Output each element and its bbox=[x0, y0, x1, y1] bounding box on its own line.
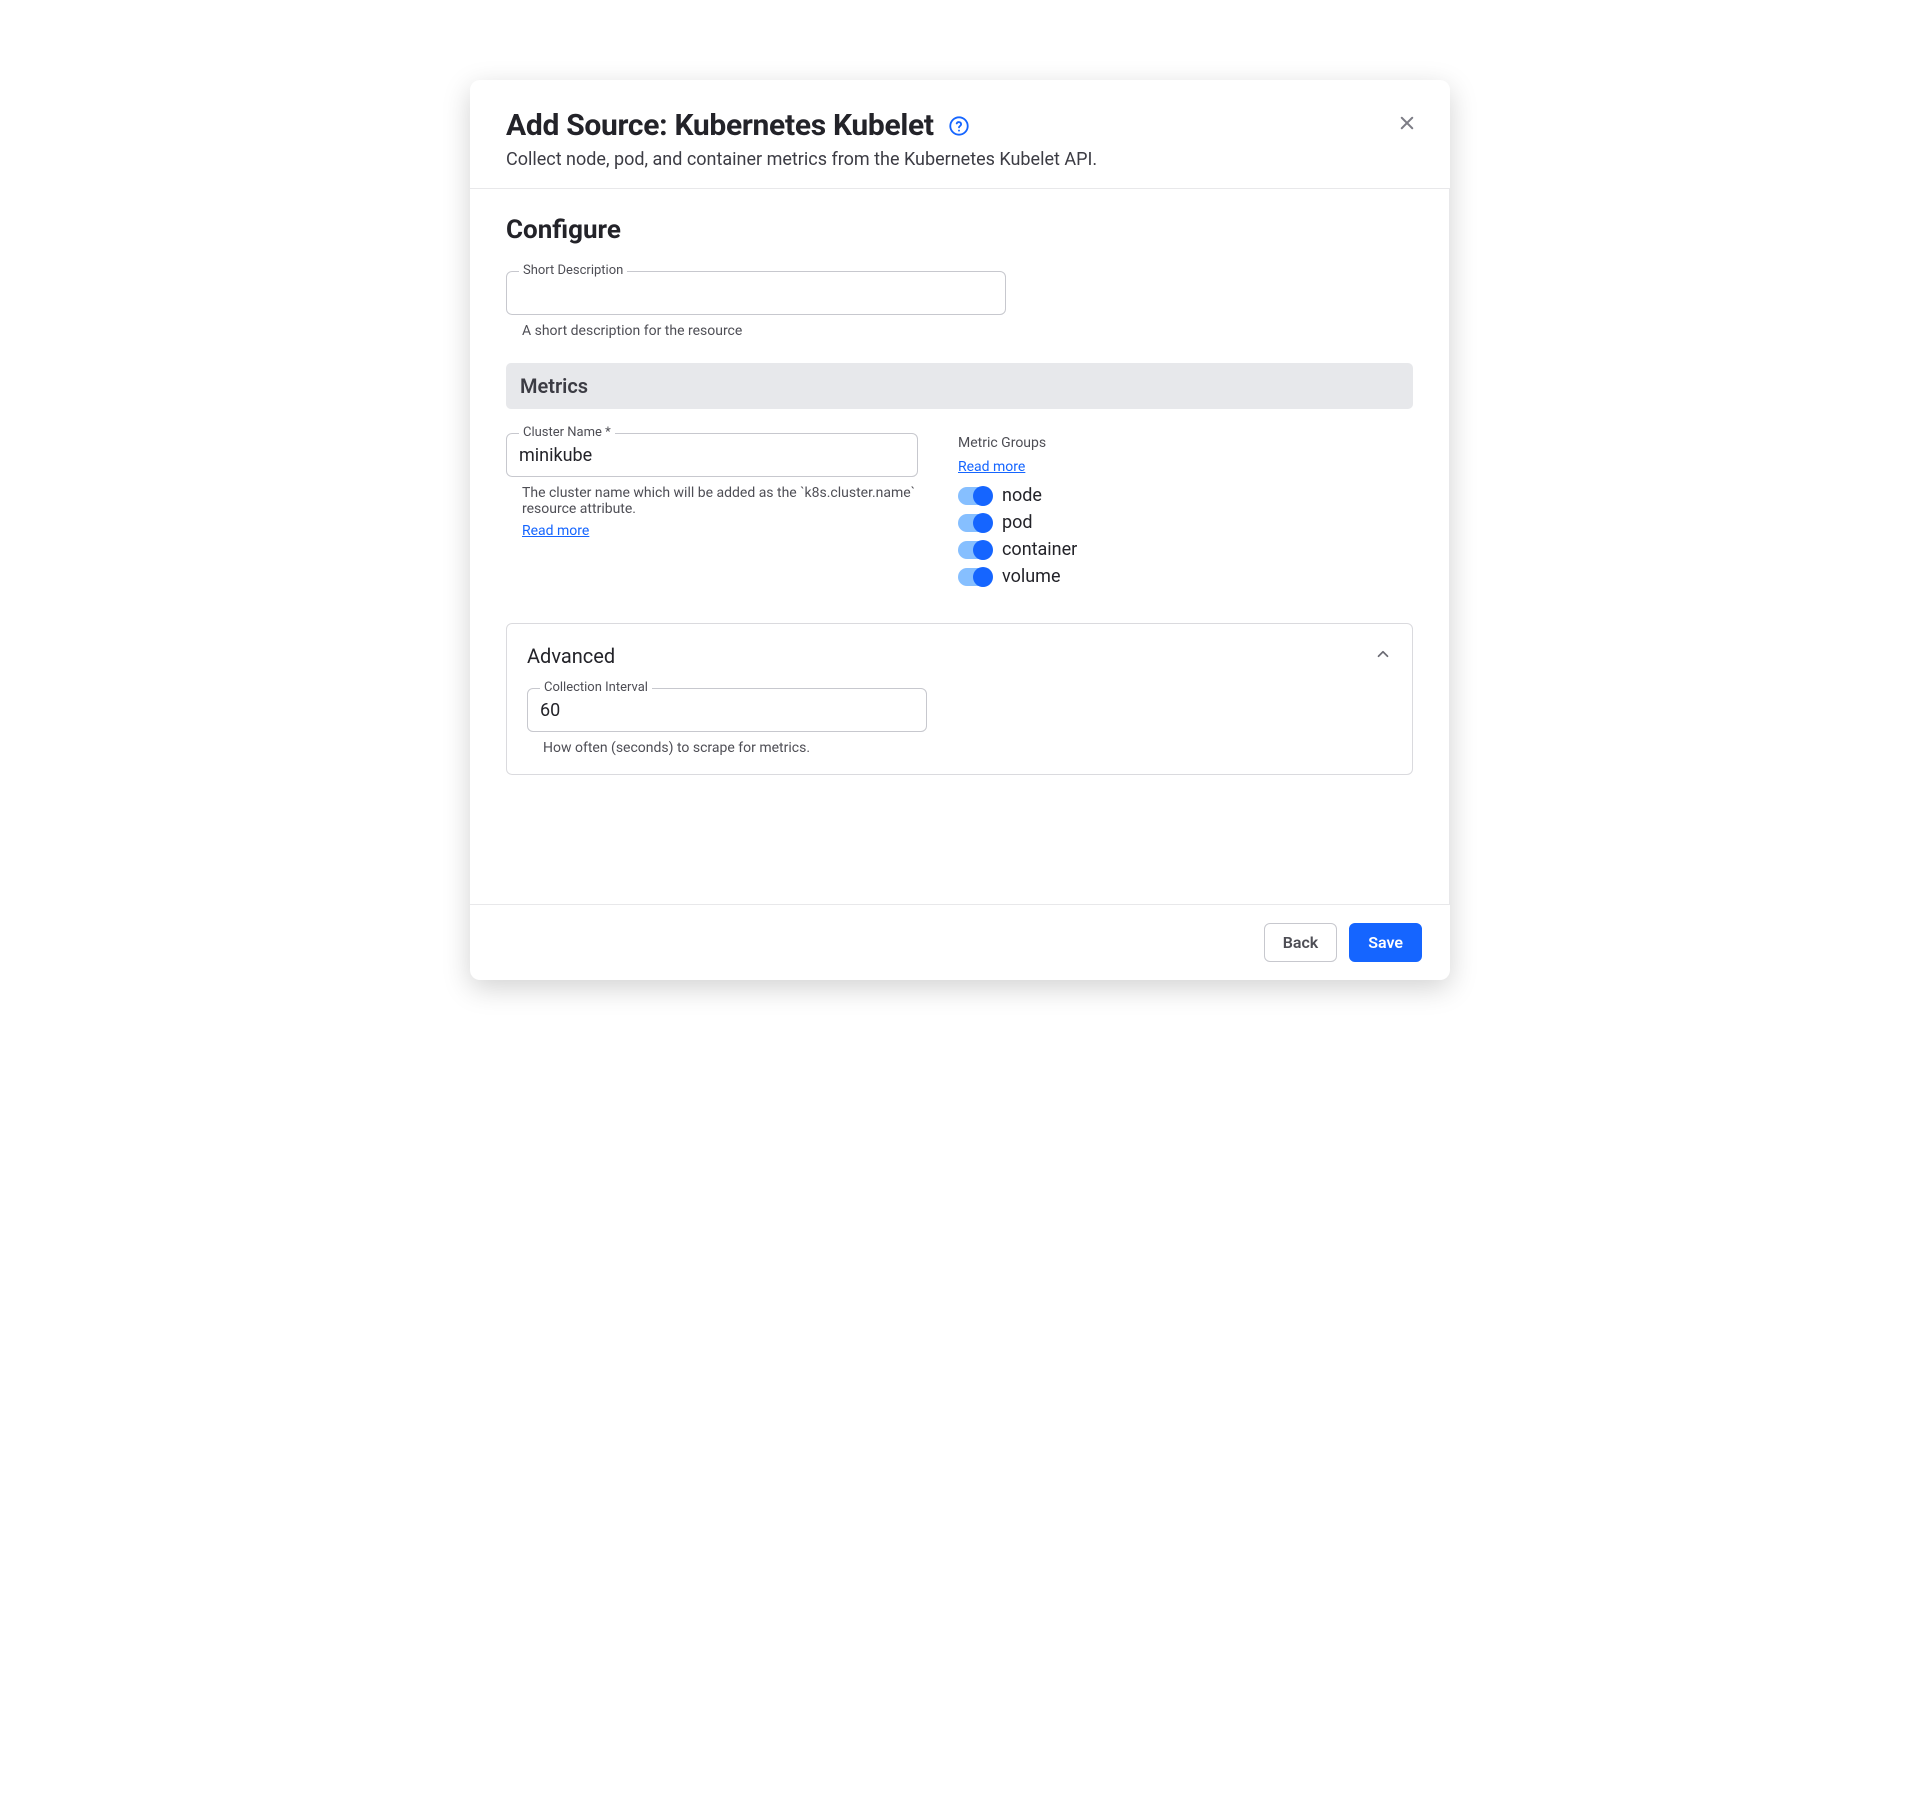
configure-heading: Configure bbox=[506, 215, 1413, 245]
metric-groups-read-more[interactable]: Read more bbox=[958, 459, 1025, 475]
modal-subtitle: Collect node, pod, and container metrics… bbox=[506, 149, 1414, 170]
collection-interval-input[interactable] bbox=[540, 699, 914, 721]
cluster-name-label: Cluster Name * bbox=[519, 425, 615, 440]
back-button[interactable]: Back bbox=[1264, 923, 1338, 962]
collection-interval-helper: How often (seconds) to scrape for metric… bbox=[527, 740, 927, 756]
cluster-name-input[interactable] bbox=[519, 444, 905, 466]
cluster-name-field: Cluster Name * The cluster name which wi… bbox=[506, 433, 918, 539]
metric-group-toggle-pod[interactable] bbox=[958, 514, 992, 532]
metric-groups-list: node pod container volume bbox=[958, 485, 1077, 587]
cluster-name-helper: The cluster name which will be added as … bbox=[506, 485, 918, 517]
chevron-up-icon bbox=[1374, 645, 1392, 667]
metric-group-label: pod bbox=[1002, 512, 1033, 533]
metric-group-toggle-volume[interactable] bbox=[958, 568, 992, 586]
metric-group-label: node bbox=[1002, 485, 1042, 506]
modal-footer: Back Save bbox=[470, 904, 1450, 980]
modal-title: Add Source: Kubernetes Kubelet bbox=[506, 108, 934, 143]
cluster-name-read-more[interactable]: Read more bbox=[506, 523, 589, 539]
collection-interval-field: Collection Interval How often (seconds) … bbox=[527, 688, 1392, 756]
save-button[interactable]: Save bbox=[1349, 923, 1422, 962]
metric-group-label: volume bbox=[1002, 566, 1060, 587]
metric-group-row: container bbox=[958, 539, 1077, 560]
help-icon[interactable] bbox=[948, 115, 970, 137]
metric-group-toggle-node[interactable] bbox=[958, 487, 992, 505]
advanced-panel: Advanced Collection Interval How often (… bbox=[506, 623, 1413, 775]
short-description-field: Short Description A short description fo… bbox=[506, 271, 1413, 339]
metric-group-label: container bbox=[1002, 539, 1077, 560]
close-button[interactable] bbox=[1392, 108, 1422, 138]
metric-groups-label: Metric Groups bbox=[958, 435, 1077, 451]
metric-group-row: node bbox=[958, 485, 1077, 506]
short-description-label: Short Description bbox=[519, 263, 627, 278]
metric-group-row: pod bbox=[958, 512, 1077, 533]
metric-group-toggle-container[interactable] bbox=[958, 541, 992, 559]
advanced-title: Advanced bbox=[527, 644, 615, 668]
modal-header: Add Source: Kubernetes Kubelet Collect n… bbox=[470, 80, 1450, 189]
metrics-section-header: Metrics bbox=[506, 363, 1413, 409]
short-description-helper: A short description for the resource bbox=[506, 323, 1006, 339]
short-description-input[interactable] bbox=[519, 282, 993, 304]
metric-group-row: volume bbox=[958, 566, 1077, 587]
add-source-modal: Add Source: Kubernetes Kubelet Collect n… bbox=[470, 80, 1450, 980]
advanced-toggle[interactable]: Advanced bbox=[527, 644, 1392, 668]
modal-body: Configure Short Description A short desc… bbox=[470, 189, 1450, 904]
collection-interval-label: Collection Interval bbox=[540, 680, 652, 695]
